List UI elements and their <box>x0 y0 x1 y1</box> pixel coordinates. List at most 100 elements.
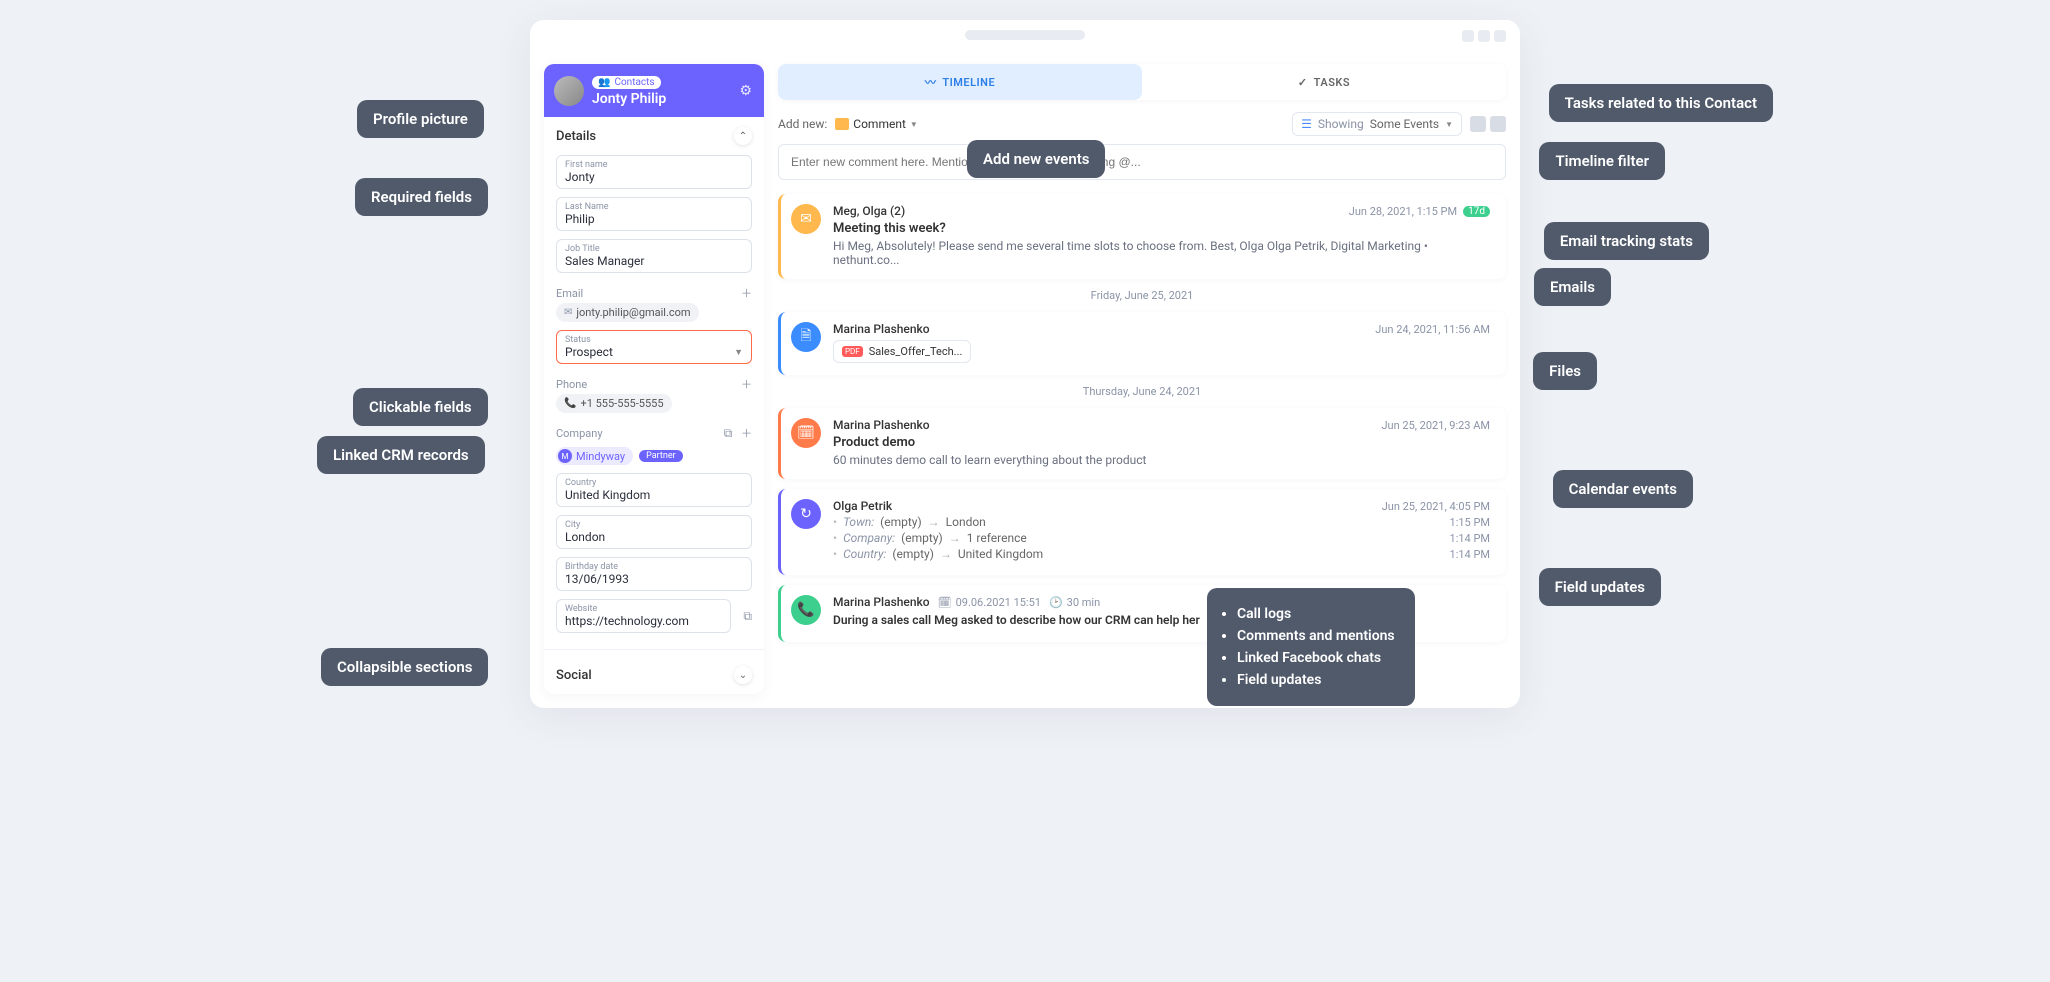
view-toggle-2[interactable] <box>1490 116 1506 132</box>
birthday-field[interactable]: Birthday date 13/06/1993 <box>556 557 752 591</box>
details-header[interactable]: Details ⌃ <box>544 117 764 155</box>
update-field: Country: <box>843 547 886 561</box>
file-chip[interactable]: PDF Sales_Offer_Tech... <box>833 340 971 363</box>
event-author: Marina Plashenko <box>833 595 930 609</box>
update-field: Town: <box>843 515 874 529</box>
website-field[interactable]: Website https://technology.com <box>556 599 731 633</box>
callout-tasks: Tasks related to this Contact <box>1549 84 1773 122</box>
company-name: Mindyway <box>576 450 625 463</box>
update-time: 1:14 PM <box>1450 548 1490 561</box>
field-label: Birthday date <box>565 562 743 572</box>
event-field-update[interactable]: ↻ Olga Petrik Jun 25, 2021, 4:05 PM • To… <box>778 489 1506 575</box>
chevron-up-icon[interactable]: ⌃ <box>734 127 752 145</box>
callout-linked: Linked CRM records <box>317 436 485 474</box>
call-duration: 🕑 30 min <box>1049 596 1100 609</box>
history-event-icon: ↻ <box>791 499 821 529</box>
external-link-icon[interactable]: ⧉ <box>724 426 733 440</box>
field-value: https://technology.com <box>565 614 722 628</box>
contacts-chip[interactable]: 👥 Contacts <box>592 76 661 89</box>
tabs: 〰 TIMELINE ✓ TASKS <box>778 64 1506 100</box>
calendar-icon: 🗓 <box>938 596 952 609</box>
email-value: jonty.philip@gmail.com <box>576 306 690 319</box>
add-company-button[interactable]: ＋ <box>741 427 752 440</box>
tracking-badge: 17d <box>1463 206 1490 217</box>
tab-timeline-label: TIMELINE <box>942 76 995 89</box>
date-separator: Friday, June 25, 2021 <box>778 289 1506 302</box>
field-value: 13/06/1993 <box>565 572 743 586</box>
field-label: Job Title <box>565 244 743 254</box>
avatar[interactable] <box>554 76 584 106</box>
event-title: Product demo <box>833 435 1490 450</box>
field-label: Website <box>565 604 722 614</box>
tab-tasks[interactable]: ✓ TASKS <box>1142 64 1506 100</box>
file-event-icon: 🗎 <box>791 322 821 352</box>
callout-list-item: Linked Facebook chats <box>1237 650 1395 666</box>
contacts-icon: 👥 <box>598 77 610 88</box>
callout-profile: Profile picture <box>357 100 484 138</box>
add-comment-button[interactable]: Comment ▼ <box>835 117 918 131</box>
email-chip[interactable]: ✉ jonty.philip@gmail.com <box>556 303 699 322</box>
comment-label: Comment <box>853 117 906 131</box>
email-label: Email <box>556 287 583 300</box>
window-controls[interactable] <box>1462 30 1506 42</box>
timeline-filter[interactable]: ☰ Showing Some Events ▼ <box>1292 112 1462 136</box>
callout-emails: Emails <box>1534 268 1611 306</box>
field-label: Status <box>565 335 743 345</box>
email-event-icon: ✉ <box>791 204 821 234</box>
showing-label: Showing <box>1318 117 1364 131</box>
event-email[interactable]: ✉ Meg, Olga (2) Jun 28, 2021, 1:15 PM 17… <box>778 194 1506 279</box>
gear-icon[interactable]: ⚙ <box>739 83 752 99</box>
update-line: • Company: (empty) → 1 reference 1:14 PM <box>833 531 1490 545</box>
company-label: Company <box>556 427 603 440</box>
callout-list-item: Call logs <box>1237 606 1395 622</box>
tab-tasks-label: TASKS <box>1314 76 1350 89</box>
window-titlebar <box>530 20 1520 50</box>
city-field[interactable]: City London <box>556 515 752 549</box>
add-email-button[interactable]: ＋ <box>741 285 752 301</box>
update-to: London <box>946 515 986 529</box>
view-toggle-1[interactable] <box>1470 116 1486 132</box>
event-file[interactable]: 🗎 Marina Plashenko Jun 24, 2021, 11:56 A… <box>778 312 1506 375</box>
first-name-field[interactable]: First name Jonty <box>556 155 752 189</box>
callout-list-item: Field updates <box>1237 672 1395 688</box>
profile-name: Jonty Philip <box>592 91 731 107</box>
add-phone-button[interactable]: ＋ <box>741 376 752 392</box>
callout-required: Required fields <box>355 178 488 216</box>
filter-icon: ☰ <box>1301 117 1312 131</box>
last-name-field[interactable]: Last Name Philip <box>556 197 752 231</box>
callout-add-new: Add new events <box>967 140 1105 178</box>
phone-label: Phone <box>556 378 587 391</box>
event-date: Jun 25, 2021, 9:23 AM <box>1381 419 1490 432</box>
callout-calendar: Calendar events <box>1553 470 1693 508</box>
tab-timeline[interactable]: 〰 TIMELINE <box>778 64 1142 100</box>
event-author: Meg, Olga (2) <box>833 204 905 218</box>
update-field: Company: <box>843 531 895 545</box>
phone-icon: 📞 <box>564 398 576 409</box>
chevron-down-icon[interactable]: ⌄ <box>734 666 752 684</box>
pdf-icon: PDF <box>842 346 863 357</box>
external-link-icon[interactable]: ⧉ <box>743 609 752 624</box>
job-title-field[interactable]: Job Title Sales Manager <box>556 239 752 273</box>
partner-chip[interactable]: Partner <box>639 450 683 462</box>
details-label: Details <box>556 129 596 144</box>
chevron-down-icon: ▼ <box>734 347 743 358</box>
status-field[interactable]: Status Prospect ▼ <box>556 330 752 364</box>
company-chip[interactable]: M Mindyway <box>556 447 633 465</box>
social-header[interactable]: Social ⌄ <box>544 656 764 694</box>
phone-chip[interactable]: 📞 +1 555-555-5555 <box>556 394 672 413</box>
company-header-row: Company ⧉ ＋ <box>556 421 752 443</box>
profile-header: 👥 Contacts Jonty Philip ⚙ <box>544 64 764 117</box>
add-new-label: Add new: <box>778 117 827 131</box>
date-separator: Thursday, June 24, 2021 <box>778 385 1506 398</box>
country-field[interactable]: Country United Kingdom <box>556 473 752 507</box>
event-body: Hi Meg, Absolutely! Please send me sever… <box>833 239 1490 267</box>
tasks-icon: ✓ <box>1298 76 1308 89</box>
field-value: Sales Manager <box>565 254 743 268</box>
update-to: United Kingdom <box>958 547 1043 561</box>
callout-list: Call logs Comments and mentions Linked F… <box>1207 588 1415 706</box>
event-calendar[interactable]: 🗓 Marina Plashenko Jun 25, 2021, 9:23 AM… <box>778 408 1506 479</box>
window-notch <box>965 30 1085 40</box>
comment-input[interactable] <box>778 144 1506 180</box>
callout-filter: Timeline filter <box>1539 142 1665 180</box>
field-label: Country <box>565 478 743 488</box>
